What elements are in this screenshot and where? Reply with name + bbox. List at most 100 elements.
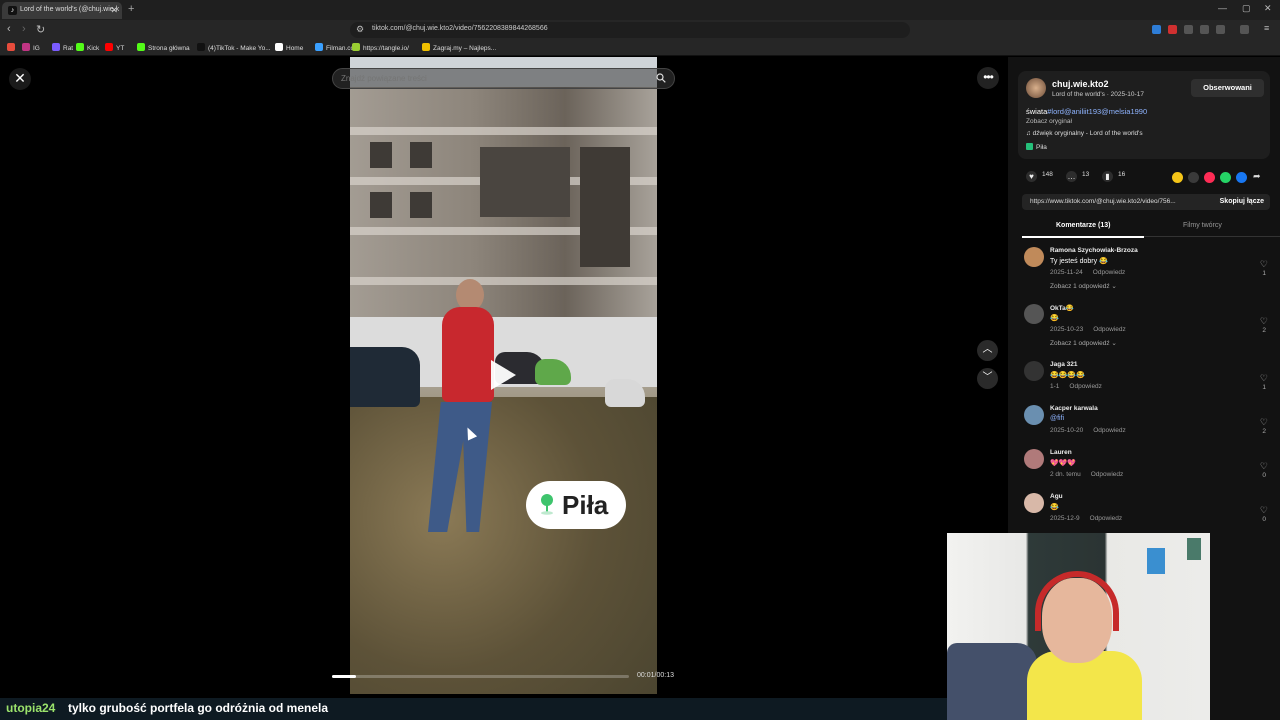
comment-date: 1-1 [1050,383,1060,390]
comment-date: 2 dn. temu [1050,471,1081,478]
share-arrow-icon[interactable]: ➦ [1253,171,1261,182]
search-input[interactable] [341,74,641,83]
copy-link-button[interactable]: Skopiuj łącze [1220,198,1264,205]
commenter-avatar[interactable] [1024,405,1044,425]
tab-close-icon[interactable]: ✕ [110,5,118,16]
music-link[interactable]: ♫ dźwięk oryginalny - Lord of the world'… [1026,130,1143,137]
bookmark-item[interactable]: https://tangle.io/ [352,43,409,52]
bookmark-item[interactable]: Strona główna [137,43,190,52]
bookmark-favicon-icon [197,43,205,51]
place-icon [1026,143,1033,150]
reply-button[interactable]: Odpowiedz [1091,471,1124,478]
comment-like-icon[interactable]: ♡ [1260,316,1268,327]
commenter-avatar[interactable] [1024,493,1044,513]
maximize-icon[interactable]: ▢ [1242,3,1251,14]
bookmark-label: Kick [87,45,100,52]
play-icon[interactable] [491,360,516,390]
previous-video-button[interactable]: ︿ [977,340,998,361]
video-link[interactable]: https://www.tiktok.com/@chuj.wie.kto2/vi… [1030,198,1200,205]
comment-like-icon[interactable]: ♡ [1260,259,1268,270]
caption-text: tylko grubość portfela go odróżnia od me… [68,701,329,715]
next-video-button[interactable]: ﹀ [977,368,998,389]
related-search-box[interactable] [332,68,675,89]
new-tab-icon[interactable]: + [128,3,134,15]
video-progress-bar[interactable] [332,675,629,678]
save-count: 16 [1118,171,1126,178]
location-sticker: Piła [526,481,626,529]
comment-like-count: 2 [1262,327,1266,334]
share-coin-icon[interactable] [1172,172,1183,183]
commenter-name[interactable]: Jaga 321 [1050,361,1077,368]
comment-like-icon[interactable]: ♡ [1260,505,1268,516]
see-original-link[interactable]: Zobacz oryginał [1026,118,1072,125]
commenter-avatar[interactable] [1024,361,1044,381]
webcam-overlay [947,533,1210,720]
browser-tab[interactable]: ♪ Lord of the world's (@chuj.wie.k ✕ [2,2,122,19]
bookmark-item[interactable] [7,43,18,52]
like-button[interactable]: ♥ 148 [1026,171,1053,182]
author-avatar[interactable] [1026,78,1046,98]
bookmark-favicon-icon [52,43,60,51]
bookmark-item[interactable]: Rat [52,43,73,52]
url-field[interactable]: ⚙ tiktok.com/@chuj.wie.kto2/video/756220… [350,22,910,38]
extension-icon[interactable] [1200,25,1209,34]
window-close-icon[interactable]: ✕ [1264,3,1272,14]
bookmark-item[interactable]: IG [22,43,40,52]
reply-button[interactable]: Odpowiedz [1093,427,1126,434]
commenter-name[interactable]: Agu [1050,493,1063,500]
comment-like-icon[interactable]: ♡ [1260,417,1268,428]
minimize-icon[interactable]: — [1218,3,1227,13]
bookmark-item[interactable]: Home [275,43,303,52]
tab-creator-videos[interactable]: Filmy twórcy [1183,222,1222,229]
extension-icon[interactable] [1168,25,1177,34]
close-viewer-button[interactable]: ✕ [9,68,31,90]
share-friends-icon[interactable] [1204,172,1215,183]
extension-icon[interactable] [1152,25,1161,34]
commenter-name[interactable]: Lauren [1050,449,1072,456]
bookmark-item[interactable]: Filman.cc [315,43,354,52]
video-player[interactable]: Piła [350,57,657,694]
site-info-icon[interactable]: ⚙ [356,24,364,35]
comment-like-icon[interactable]: ♡ [1260,461,1268,472]
bookmarks-bar: IG Rat Kick YT Strona główna (4)TikTok - Make… [0,40,1280,56]
commenter-avatar[interactable] [1024,449,1044,469]
place-link[interactable]: Piła [1026,143,1047,151]
reply-button[interactable]: Odpowiedz [1093,269,1126,276]
post-description: świata#lord@aniliit193@melsia1990 [1026,107,1147,116]
reply-button[interactable]: Odpowiedz [1090,515,1123,522]
comment-text: 💖💖💖 [1050,460,1077,467]
commenter-avatar[interactable] [1024,304,1044,324]
view-replies-button[interactable]: Zobacz 1 odpowiedź ⌄ [1050,282,1117,290]
save-button[interactable]: ▮ 16 [1102,171,1125,182]
extension-icon[interactable] [1216,25,1225,34]
reply-button[interactable]: Odpowiedz [1069,383,1102,390]
back-icon[interactable]: ‹ [7,23,11,35]
extension-icon[interactable] [1184,25,1193,34]
search-icon[interactable] [656,73,666,83]
reload-icon[interactable]: ↻ [36,23,45,36]
embed-icon[interactable] [1188,172,1199,183]
comment-button[interactable]: … 13 [1066,171,1089,182]
bookmark-item[interactable]: YT [105,43,124,52]
bookmark-item[interactable]: Zagraj.my – Najleps... [422,43,496,52]
follow-button[interactable]: Obserwowani [1191,79,1264,97]
comment-like-icon[interactable]: ♡ [1260,373,1268,384]
view-replies-button[interactable]: Zobacz 1 odpowiedź ⌄ [1050,339,1117,347]
author-name[interactable]: chuj.wie.kto2 [1052,79,1109,89]
reply-button[interactable]: Odpowiedz [1093,326,1126,333]
bookmark-item[interactable]: (4)TikTok - Make Yo... [197,43,271,52]
menu-icon[interactable]: ≡ [1264,23,1269,33]
commenter-avatar[interactable] [1024,247,1044,267]
commenter-name[interactable]: Kacper karwala [1050,405,1098,412]
description-hashtags[interactable]: #lord@aniliit193@melsia1990 [1047,107,1147,116]
bookmark-item[interactable]: Kick [76,43,99,52]
forward-icon[interactable]: › [22,23,26,35]
stream-caption-bar: utopia24 tylko grubość portfela go odróż… [0,698,947,720]
facebook-icon[interactable] [1236,172,1247,183]
commenter-name[interactable]: OkTa😂 [1050,304,1074,312]
whatsapp-icon[interactable] [1220,172,1231,183]
more-options-button[interactable]: ••• [977,67,999,89]
commenter-name[interactable]: Ramona Szychowiak-Brzoza [1050,247,1138,254]
tab-comments[interactable]: Komentarze (13) [1056,222,1110,229]
extension-icon[interactable] [1240,25,1249,34]
